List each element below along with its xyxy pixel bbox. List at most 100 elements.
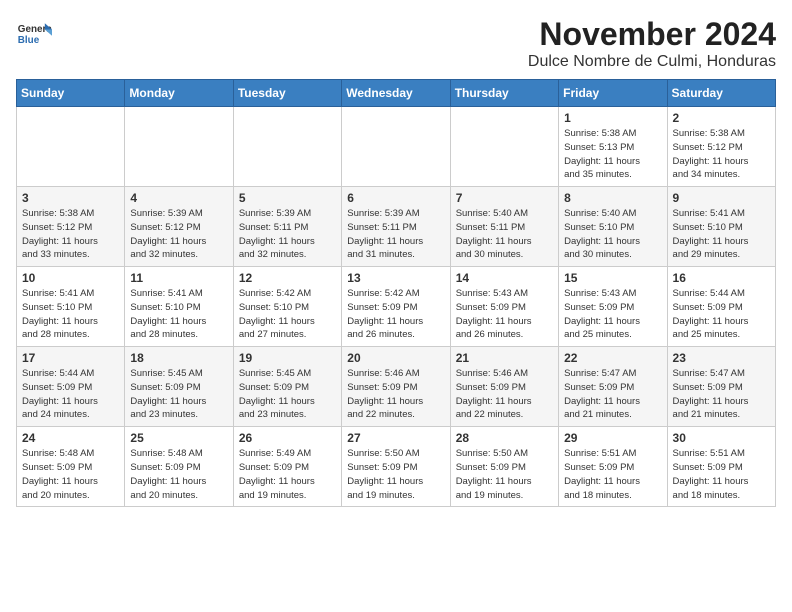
day-number: 12: [239, 271, 336, 285]
calendar-cell: 1 Sunrise: 5:38 AM Sunset: 5:13 PM Daylig…: [559, 107, 667, 187]
day-number: 22: [564, 351, 661, 365]
day-info: Sunrise: 5:42 AM Sunset: 5:10 PM Dayligh…: [239, 287, 336, 342]
calendar-cell: 14 Sunrise: 5:43 AM Sunset: 5:09 PM Dayli…: [450, 267, 558, 347]
day-number: 8: [564, 191, 661, 205]
day-info: Sunrise: 5:51 AM Sunset: 5:09 PM Dayligh…: [673, 447, 770, 502]
logo: General Blue: [16, 16, 54, 52]
calendar-cell: 29Sunrise: 5:51 AM Sunset: 5:09 PM Dayli…: [559, 427, 667, 507]
day-number: 27: [347, 431, 444, 445]
calendar-cell: 8 Sunrise: 5:40 AM Sunset: 5:10 PM Daylig…: [559, 187, 667, 267]
day-info: Sunrise: 5:38 AM Sunset: 5:12 PM Dayligh…: [673, 127, 770, 182]
calendar-cell: 24Sunrise: 5:48 AM Sunset: 5:09 PM Dayli…: [17, 427, 125, 507]
day-info: Sunrise: 5:42 AM Sunset: 5:09 PM Dayligh…: [347, 287, 444, 342]
day-number: 19: [239, 351, 336, 365]
day-number: 10: [22, 271, 119, 285]
calendar-cell: 17Sunrise: 5:44 AM Sunset: 5:09 PM Dayli…: [17, 347, 125, 427]
calendar-cell: [450, 107, 558, 187]
calendar-cell: 25Sunrise: 5:48 AM Sunset: 5:09 PM Dayli…: [125, 427, 233, 507]
calendar-cell: 4 Sunrise: 5:39 AM Sunset: 5:12 PM Daylig…: [125, 187, 233, 267]
calendar-cell: 20 Sunrise: 5:46 AM Sunset: 5:09 PM Dayli…: [342, 347, 450, 427]
calendar-cell: 3Sunrise: 5:38 AM Sunset: 5:12 PM Daylig…: [17, 187, 125, 267]
weekday-header-wednesday: Wednesday: [342, 80, 450, 107]
day-info: Sunrise: 5:39 AM Sunset: 5:12 PM Dayligh…: [130, 207, 227, 262]
day-info: Sunrise: 5:46 AM Sunset: 5:09 PM Dayligh…: [347, 367, 444, 422]
day-number: 14: [456, 271, 553, 285]
calendar-cell: 28 Sunrise: 5:50 AM Sunset: 5:09 PM Dayli…: [450, 427, 558, 507]
day-number: 28: [456, 431, 553, 445]
calendar-cell: 16Sunrise: 5:44 AM Sunset: 5:09 PM Dayli…: [667, 267, 775, 347]
day-info: Sunrise: 5:39 AM Sunset: 5:11 PM Dayligh…: [239, 207, 336, 262]
calendar-cell: 23 Sunrise: 5:47 AM Sunset: 5:09 PM Dayli…: [667, 347, 775, 427]
day-info: Sunrise: 5:50 AM Sunset: 5:09 PM Dayligh…: [456, 447, 553, 502]
day-number: 11: [130, 271, 227, 285]
calendar-cell: 10 Sunrise: 5:41 AM Sunset: 5:10 PM Dayli…: [17, 267, 125, 347]
week-row-1: 1 Sunrise: 5:38 AM Sunset: 5:13 PM Daylig…: [17, 107, 776, 187]
calendar-cell: 11 Sunrise: 5:41 AM Sunset: 5:10 PM Dayli…: [125, 267, 233, 347]
calendar-table: SundayMondayTuesdayWednesdayThursdayFrid…: [16, 79, 776, 507]
day-number: 23: [673, 351, 770, 365]
day-number: 1: [564, 111, 661, 125]
day-number: 2: [673, 111, 770, 125]
week-row-3: 10 Sunrise: 5:41 AM Sunset: 5:10 PM Dayli…: [17, 267, 776, 347]
day-info: Sunrise: 5:49 AM Sunset: 5:09 PM Dayligh…: [239, 447, 336, 502]
day-info: Sunrise: 5:46 AM Sunset: 5:09 PM Dayligh…: [456, 367, 553, 422]
calendar-cell: [233, 107, 341, 187]
day-number: 20: [347, 351, 444, 365]
day-number: 18: [130, 351, 227, 365]
logo-icon: General Blue: [16, 16, 52, 52]
day-number: 5: [239, 191, 336, 205]
day-number: 4: [130, 191, 227, 205]
svg-text:Blue: Blue: [18, 35, 40, 46]
calendar-cell: [17, 107, 125, 187]
day-number: 13: [347, 271, 444, 285]
day-info: Sunrise: 5:41 AM Sunset: 5:10 PM Dayligh…: [673, 207, 770, 262]
day-number: 26: [239, 431, 336, 445]
day-info: Sunrise: 5:51 AM Sunset: 5:09 PM Dayligh…: [564, 447, 661, 502]
calendar-cell: 9 Sunrise: 5:41 AM Sunset: 5:10 PM Daylig…: [667, 187, 775, 267]
weekday-header-sunday: Sunday: [17, 80, 125, 107]
calendar-cell: 30 Sunrise: 5:51 AM Sunset: 5:09 PM Dayli…: [667, 427, 775, 507]
calendar-cell: 2 Sunrise: 5:38 AM Sunset: 5:12 PM Daylig…: [667, 107, 775, 187]
day-number: 21: [456, 351, 553, 365]
calendar-cell: 7 Sunrise: 5:40 AM Sunset: 5:11 PM Daylig…: [450, 187, 558, 267]
location-title: Dulce Nombre de Culmi, Honduras: [528, 53, 776, 71]
calendar-cell: 21 Sunrise: 5:46 AM Sunset: 5:09 PM Dayli…: [450, 347, 558, 427]
month-title: November 2024: [528, 16, 776, 53]
calendar-cell: 22Sunrise: 5:47 AM Sunset: 5:09 PM Dayli…: [559, 347, 667, 427]
day-number: 7: [456, 191, 553, 205]
page-header: General Blue November 2024 Dulce Nombre …: [16, 16, 776, 71]
day-info: Sunrise: 5:47 AM Sunset: 5:09 PM Dayligh…: [673, 367, 770, 422]
day-info: Sunrise: 5:38 AM Sunset: 5:12 PM Dayligh…: [22, 207, 119, 262]
calendar-cell: 26 Sunrise: 5:49 AM Sunset: 5:09 PM Dayli…: [233, 427, 341, 507]
week-row-4: 17Sunrise: 5:44 AM Sunset: 5:09 PM Dayli…: [17, 347, 776, 427]
day-info: Sunrise: 5:43 AM Sunset: 5:09 PM Dayligh…: [456, 287, 553, 342]
calendar-cell: 5 Sunrise: 5:39 AM Sunset: 5:11 PM Daylig…: [233, 187, 341, 267]
day-number: 30: [673, 431, 770, 445]
week-row-2: 3Sunrise: 5:38 AM Sunset: 5:12 PM Daylig…: [17, 187, 776, 267]
day-info: Sunrise: 5:40 AM Sunset: 5:10 PM Dayligh…: [564, 207, 661, 262]
day-number: 9: [673, 191, 770, 205]
calendar-cell: 18Sunrise: 5:45 AM Sunset: 5:09 PM Dayli…: [125, 347, 233, 427]
day-info: Sunrise: 5:48 AM Sunset: 5:09 PM Dayligh…: [130, 447, 227, 502]
weekday-header-friday: Friday: [559, 80, 667, 107]
day-info: Sunrise: 5:40 AM Sunset: 5:11 PM Dayligh…: [456, 207, 553, 262]
weekday-header-saturday: Saturday: [667, 80, 775, 107]
day-number: 6: [347, 191, 444, 205]
title-block: November 2024 Dulce Nombre de Culmi, Hon…: [528, 16, 776, 71]
day-info: Sunrise: 5:43 AM Sunset: 5:09 PM Dayligh…: [564, 287, 661, 342]
weekday-header-monday: Monday: [125, 80, 233, 107]
day-number: 17: [22, 351, 119, 365]
weekday-header-row: SundayMondayTuesdayWednesdayThursdayFrid…: [17, 80, 776, 107]
calendar-cell: 27 Sunrise: 5:50 AM Sunset: 5:09 PM Dayli…: [342, 427, 450, 507]
calendar-cell: [125, 107, 233, 187]
calendar-cell: [342, 107, 450, 187]
day-info: Sunrise: 5:50 AM Sunset: 5:09 PM Dayligh…: [347, 447, 444, 502]
weekday-header-tuesday: Tuesday: [233, 80, 341, 107]
day-info: Sunrise: 5:38 AM Sunset: 5:13 PM Dayligh…: [564, 127, 661, 182]
day-info: Sunrise: 5:41 AM Sunset: 5:10 PM Dayligh…: [130, 287, 227, 342]
weekday-header-thursday: Thursday: [450, 80, 558, 107]
day-info: Sunrise: 5:44 AM Sunset: 5:09 PM Dayligh…: [673, 287, 770, 342]
day-info: Sunrise: 5:41 AM Sunset: 5:10 PM Dayligh…: [22, 287, 119, 342]
calendar-cell: 15Sunrise: 5:43 AM Sunset: 5:09 PM Dayli…: [559, 267, 667, 347]
day-info: Sunrise: 5:48 AM Sunset: 5:09 PM Dayligh…: [22, 447, 119, 502]
